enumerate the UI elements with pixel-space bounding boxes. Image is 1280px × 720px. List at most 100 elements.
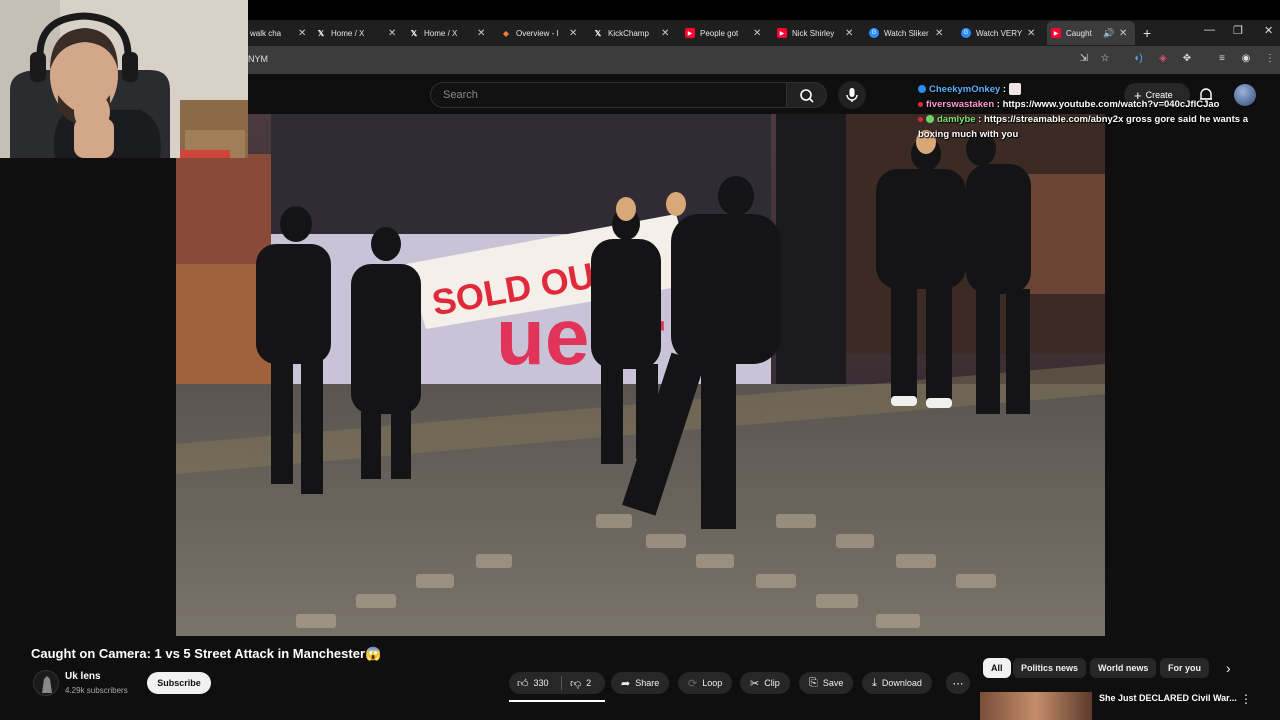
- stream-chat-overlay: CheekymOnkey : fiverswastaken : https://…: [918, 82, 1268, 142]
- chip-for-you[interactable]: For you: [1160, 658, 1209, 678]
- watch-favicon-icon: G: [869, 28, 879, 38]
- tab-close-icon[interactable]: ✕: [753, 22, 761, 44]
- thumbs-up-icon: 👍︎: [517, 677, 529, 690]
- tab-close-icon[interactable]: ✕: [935, 22, 943, 44]
- chip-world-news[interactable]: World news: [1090, 658, 1157, 678]
- minimize-icon[interactable]: —: [1204, 24, 1215, 36]
- address-text: NYM: [248, 54, 268, 64]
- tab-close-icon[interactable]: ✕: [661, 22, 669, 44]
- tab-close-icon[interactable]: ✕: [569, 22, 577, 44]
- like-button[interactable]: 👍︎ 330: [509, 672, 559, 694]
- media-controls-icon[interactable]: ≡: [1215, 53, 1229, 67]
- youtube-favicon-icon: ▶: [1051, 28, 1061, 38]
- more-actions-button[interactable]: ⋯: [946, 672, 970, 694]
- chat-badge-icon: [918, 101, 923, 107]
- bookmark-icon: ⎘: [809, 676, 818, 689]
- video-frame: SOLD OUT ueer: [176, 114, 1105, 636]
- tab-close-icon[interactable]: ✕: [845, 22, 853, 44]
- scissors-icon: ✂: [750, 677, 760, 690]
- share-label: Share: [635, 678, 660, 688]
- extension-audio-icon[interactable]: ◖): [1131, 53, 1145, 67]
- extension-shield-icon[interactable]: ◈: [1156, 53, 1170, 67]
- search-input[interactable]: Search: [430, 82, 787, 108]
- loop-icon: ⟳: [688, 677, 698, 690]
- tab-close-icon[interactable]: ✕: [388, 22, 396, 44]
- profile-icon[interactable]: ◉: [1239, 53, 1253, 67]
- right-panel: [1105, 114, 1280, 636]
- channel-logo-icon: [42, 676, 52, 693]
- webcam-feed: [0, 0, 248, 158]
- share-icon: ➦: [621, 677, 631, 690]
- browser-tab-active[interactable]: ▶ Caught 🔊 ✕: [1047, 21, 1135, 45]
- download-label: Download: [881, 678, 922, 688]
- subscribe-button[interactable]: Subscribe: [147, 672, 211, 694]
- address-bar[interactable]: [248, 46, 1280, 74]
- search-button[interactable]: [787, 82, 827, 108]
- chat-username: damlybe: [937, 114, 976, 125]
- chip-politics-news[interactable]: Politics news: [1013, 658, 1087, 678]
- download-button[interactable]: ⤓ Download: [862, 672, 932, 694]
- clip-label: Clip: [764, 678, 780, 688]
- tab-title: People got: [700, 28, 739, 38]
- search-placeholder: Search: [443, 89, 478, 101]
- tab-close-icon[interactable]: ✕: [1027, 22, 1035, 44]
- webcam-overlay: [0, 0, 248, 158]
- chip-all[interactable]: All: [983, 658, 1011, 678]
- recommended-title[interactable]: She Just DECLARED Civil War...: [1099, 693, 1237, 703]
- chat-text: https://www.youtube.com/watch?v=040cJflC…: [1002, 99, 1220, 110]
- restore-icon[interactable]: ❐: [1233, 24, 1243, 37]
- loop-button[interactable]: ⟳ Loop: [678, 672, 733, 694]
- dislike-count: 2: [586, 678, 592, 688]
- tab-close-icon[interactable]: ✕: [298, 22, 306, 44]
- tab-close-icon[interactable]: ✕: [477, 22, 485, 44]
- chips-next-chevron-icon[interactable]: ›: [1226, 660, 1231, 676]
- recommended-thumbnail[interactable]: [980, 692, 1092, 720]
- tab-title: Caught: [1066, 28, 1092, 38]
- browser-menu-icon[interactable]: ⋮: [1263, 53, 1277, 67]
- dislike-button[interactable]: 👎︎ 2: [562, 672, 601, 694]
- extensions-puzzle-icon[interactable]: ✥: [1180, 53, 1194, 67]
- thumbs-down-icon: 👎︎: [570, 677, 582, 690]
- chat-message: fiverswastaken : https://www.youtube.com…: [918, 97, 1268, 112]
- chat-username: fiverswastaken: [926, 99, 995, 110]
- mic-icon: [846, 88, 858, 102]
- tab-title: Home / X: [331, 28, 365, 38]
- tab-title: Watch VERY: [976, 28, 1023, 38]
- like-ratio-bar: [509, 700, 605, 702]
- tab-title: Nick Shirley: [792, 28, 835, 38]
- tab-title: walk cha: [250, 28, 282, 38]
- youtube-favicon-icon: ▶: [777, 28, 787, 38]
- install-icon[interactable]: ⇲: [1077, 53, 1091, 67]
- bookmark-star-icon[interactable]: ☆: [1098, 53, 1112, 67]
- download-icon: ⤓: [872, 676, 877, 689]
- channel-subscribers: 4.29k subscribers: [65, 686, 128, 695]
- overview-favicon-icon: ◆: [502, 28, 510, 38]
- tab-close-icon[interactable]: ✕: [1119, 28, 1127, 39]
- chat-message: CheekymOnkey :: [918, 82, 1268, 97]
- watch-favicon-icon: G: [961, 28, 971, 38]
- like-count: 330: [533, 678, 549, 688]
- chat-message: damlybe : https://streamable.com/abny2x …: [918, 114, 1248, 140]
- save-label: Save: [822, 678, 844, 688]
- chat-badge-icon: [918, 85, 926, 94]
- video-title: Caught on Camera: 1 vs 5 Street Attack i…: [31, 646, 382, 661]
- search-icon: [800, 89, 814, 103]
- recommended-more-icon[interactable]: ⋮: [1240, 692, 1252, 706]
- x-logo-icon: 𝕏: [410, 28, 418, 38]
- chat-badge-icon: [926, 115, 934, 124]
- share-button[interactable]: ➦ Share: [611, 672, 670, 694]
- chat-username: CheekymOnkey: [929, 84, 1001, 95]
- new-tab-icon[interactable]: +: [1143, 22, 1151, 44]
- browser-tab[interactable]: 𝕏 KickChamp: [593, 22, 671, 44]
- channel-avatar[interactable]: [33, 670, 59, 696]
- youtube-favicon-icon: ▶: [685, 28, 695, 38]
- chat-badge-icon: [918, 116, 923, 122]
- clip-button[interactable]: ✂ Clip: [740, 672, 790, 694]
- video-player[interactable]: SOLD OUT ueer: [176, 114, 1105, 636]
- channel-name[interactable]: Uk lens: [65, 671, 101, 682]
- speaker-icon[interactable]: 🔊: [1103, 28, 1114, 39]
- save-button[interactable]: ⎘ Save: [799, 672, 854, 694]
- tab-title: KickChamp: [608, 28, 649, 38]
- window-close-icon[interactable]: ✕: [1264, 24, 1273, 37]
- voice-search-button[interactable]: [838, 81, 866, 109]
